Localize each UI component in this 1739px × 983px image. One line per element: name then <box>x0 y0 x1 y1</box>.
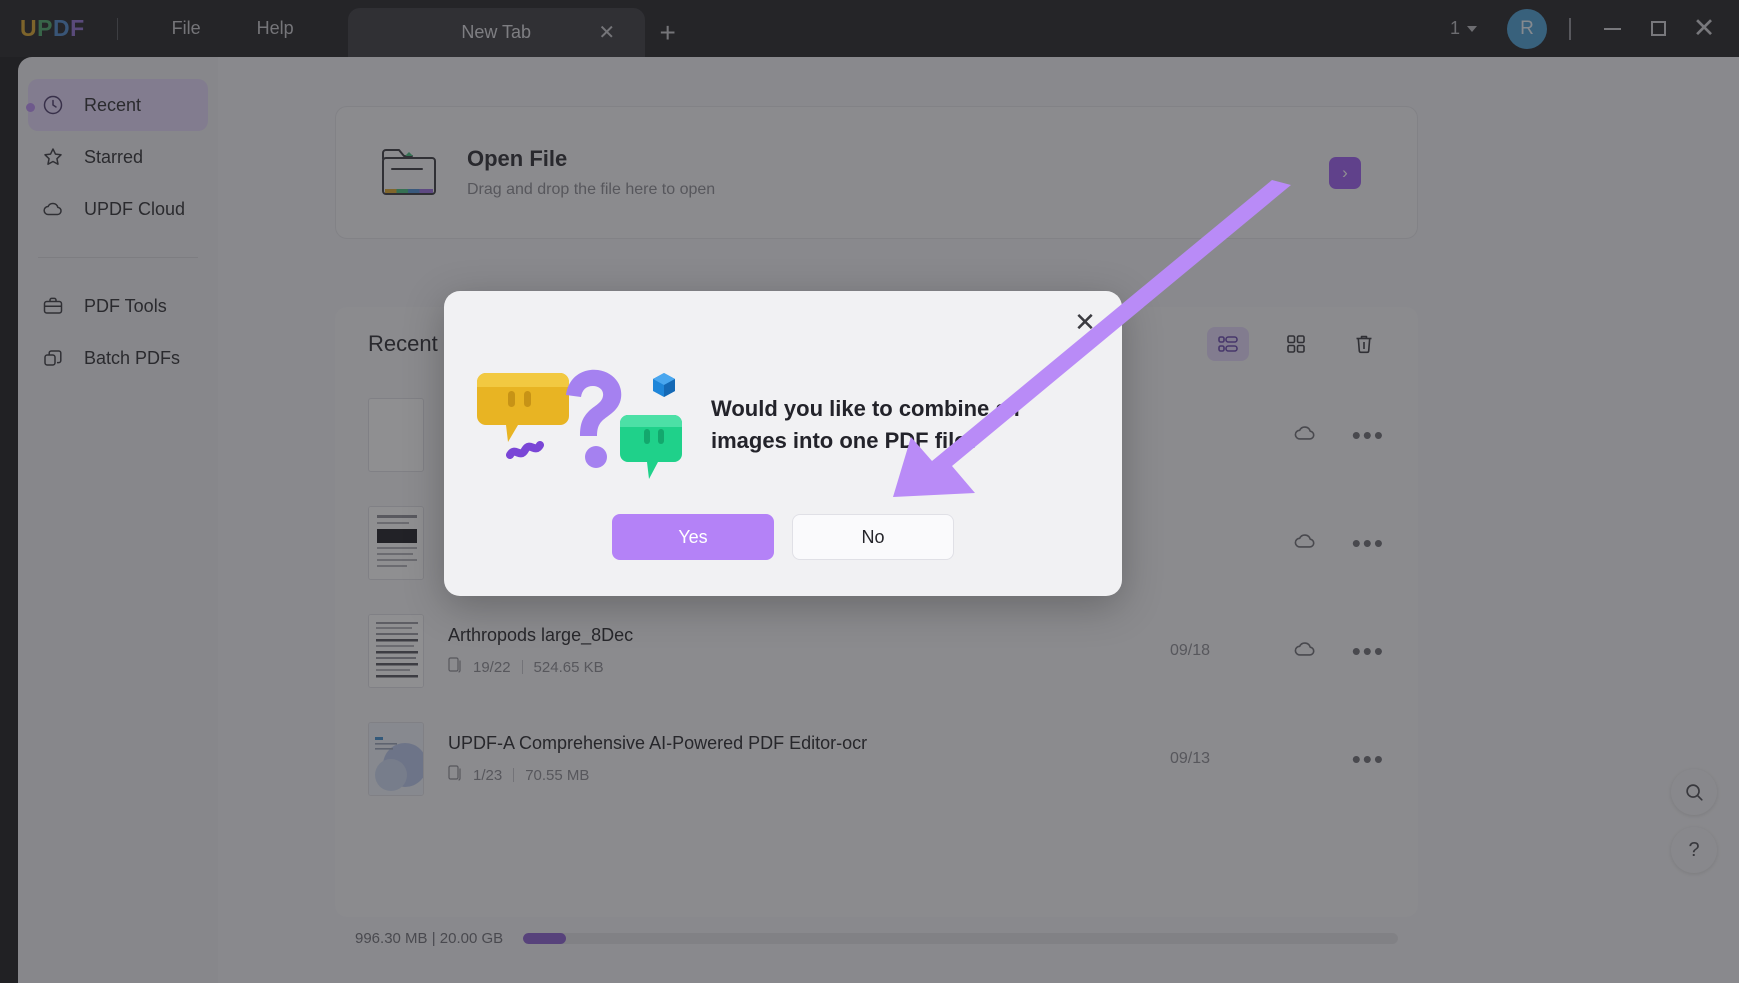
yes-button[interactable]: Yes <box>612 514 774 560</box>
question-illustration <box>468 355 703 495</box>
dialog-body: Would you like to combine all images int… <box>444 291 1122 495</box>
dialog-buttons: Yes No <box>444 514 1122 560</box>
dialog-close-icon[interactable]: ✕ <box>1070 307 1100 337</box>
no-button[interactable]: No <box>792 514 954 560</box>
dialog-question: Would you like to combine all images int… <box>711 393 1101 457</box>
combine-images-dialog: ✕ <box>444 291 1122 596</box>
